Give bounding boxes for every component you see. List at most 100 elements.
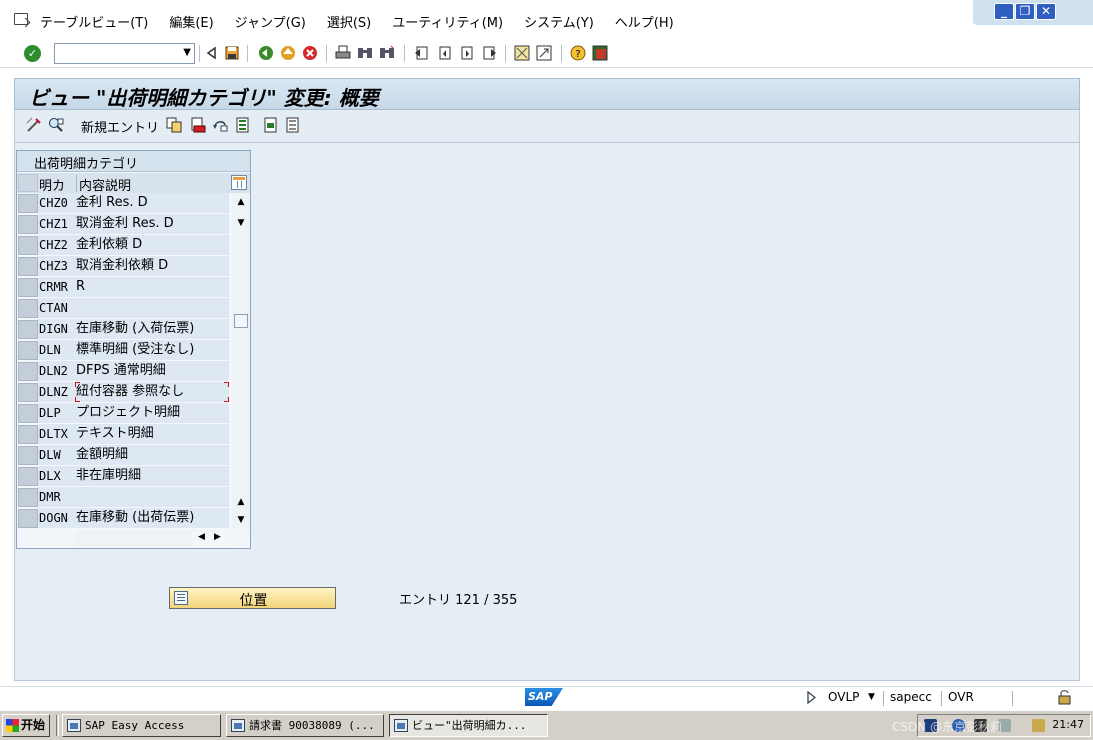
table-row: CHZ3 取消金利依頼 D: [17, 256, 233, 277]
task-label: ビュー"出荷明細カ...: [412, 719, 527, 732]
security-icon[interactable]: [1032, 719, 1045, 732]
row-description[interactable]: DFPS 通常明細: [75, 361, 229, 381]
lock-icon[interactable]: [1057, 689, 1072, 705]
row-description[interactable]: プロジェクト明細: [75, 403, 229, 423]
scroll-right-icon[interactable]: ▶: [214, 532, 221, 542]
row-description[interactable]: 取消金利依頼 D: [75, 256, 229, 276]
chevron-down-icon[interactable]: ▼: [183, 47, 191, 58]
menu-selection[interactable]: 選択(S): [327, 12, 371, 31]
row-code: CHZ2: [38, 235, 75, 255]
vertical-scrollbar[interactable]: ▲ ▼ ▲ ▼: [232, 193, 250, 529]
close-button[interactable]: ✕: [1036, 3, 1056, 20]
shortcut-icon[interactable]: [536, 45, 552, 61]
scroll-page-up-icon[interactable]: ▲: [235, 496, 247, 508]
back-triangle-icon[interactable]: [204, 45, 220, 61]
task-sap-easy-access[interactable]: SAP Easy Access: [62, 714, 221, 737]
row-description[interactable]: [75, 298, 229, 318]
row-selector[interactable]: [18, 446, 38, 465]
row-description[interactable]: 金利依頼 D: [75, 235, 229, 255]
new-entries-button[interactable]: 新規エントリ: [81, 117, 159, 136]
customize-layout-icon[interactable]: [592, 45, 608, 61]
scroll-up-icon[interactable]: ▲: [235, 196, 247, 208]
save-icon[interactable]: [224, 45, 240, 61]
row-code: DLP: [38, 403, 75, 423]
scroll-page-down-icon[interactable]: ▼: [235, 514, 247, 526]
row-selector[interactable]: [18, 362, 38, 381]
create-session-icon[interactable]: [514, 45, 530, 61]
menu-help[interactable]: ヘルプ(H): [615, 12, 674, 31]
row-description[interactable]: 取消金利 Res. D: [75, 214, 229, 234]
status-expand-icon[interactable]: [806, 691, 816, 704]
row-description[interactable]: 在庫移動 (入荷伝票): [75, 319, 229, 339]
status-divider: [941, 691, 942, 706]
row-selector[interactable]: [18, 425, 38, 444]
row-description[interactable]: 在庫移動 (出荷伝票): [75, 508, 229, 528]
deselect-all-icon[interactable]: [285, 117, 301, 133]
back-icon[interactable]: [258, 45, 274, 61]
exit-icon[interactable]: [280, 45, 296, 61]
row-selector[interactable]: [18, 278, 38, 297]
row-description[interactable]: 金利 Res. D: [75, 193, 229, 213]
select-block-icon[interactable]: [263, 117, 279, 133]
menu-system[interactable]: システム(Y): [524, 12, 594, 31]
undo-change-icon[interactable]: [212, 117, 228, 133]
restore-button[interactable]: ❐: [1015, 3, 1035, 20]
select-all-rows-button[interactable]: [18, 174, 38, 192]
enter-check-icon[interactable]: ✓: [24, 45, 41, 62]
help-icon[interactable]: ?: [570, 45, 586, 61]
row-selector[interactable]: [18, 488, 38, 507]
copy-as-icon[interactable]: [166, 117, 182, 133]
row-description[interactable]: 標準明細 (受注なし): [75, 340, 229, 360]
row-description[interactable]: 紐付容器 参照なし: [75, 382, 229, 402]
table-settings-icon[interactable]: [231, 175, 247, 190]
first-page-icon[interactable]: [414, 45, 430, 61]
row-selector[interactable]: [18, 383, 38, 402]
cancel-icon[interactable]: [302, 45, 318, 61]
task-view-active[interactable]: ビュー"出荷明細カ...: [389, 714, 548, 737]
title-bar: ビュー "出荷明細カテゴリ" 変更: 概要: [14, 78, 1080, 110]
select-all-icon[interactable]: [235, 117, 251, 133]
menu-goto[interactable]: ジャンプ(G): [235, 12, 306, 31]
row-description[interactable]: [75, 487, 229, 507]
column-header-code[interactable]: 明カ: [39, 175, 65, 194]
task-invoice[interactable]: 請求書 90038089 (...: [226, 714, 384, 737]
next-page-icon[interactable]: [459, 45, 475, 61]
row-selector[interactable]: [18, 509, 38, 528]
menu-table-view[interactable]: テーブルビュー(T): [40, 12, 148, 31]
row-selector[interactable]: [18, 320, 38, 339]
print-icon[interactable]: [335, 45, 351, 61]
start-button[interactable]: 开始: [2, 714, 50, 737]
previous-page-icon[interactable]: [437, 45, 453, 61]
command-field[interactable]: ▼: [54, 43, 195, 64]
other-view-icon[interactable]: [48, 117, 64, 133]
row-description[interactable]: テキスト明細: [75, 424, 229, 444]
row-selector[interactable]: [18, 299, 38, 318]
row-selector[interactable]: [18, 194, 38, 213]
display-change-icon[interactable]: [26, 117, 42, 133]
minimize-button[interactable]: _: [994, 3, 1014, 20]
find-icon[interactable]: [357, 45, 373, 61]
taskbar-grip: [56, 715, 59, 736]
row-description[interactable]: 非在庫明細: [75, 466, 229, 486]
row-selector[interactable]: [18, 257, 38, 276]
delete-icon[interactable]: [190, 117, 206, 133]
row-description[interactable]: 金額明細: [75, 445, 229, 465]
status-mode-dropdown-icon[interactable]: ▼: [868, 692, 875, 702]
scroll-left-icon[interactable]: ◀: [198, 532, 205, 542]
last-page-icon[interactable]: [481, 45, 497, 61]
menu-edit[interactable]: 編集(E): [169, 12, 213, 31]
scroll-down-icon[interactable]: ▼: [235, 217, 247, 229]
row-description[interactable]: R: [75, 277, 229, 297]
row-selector[interactable]: [18, 467, 38, 486]
column-header-description[interactable]: 内容説明: [76, 175, 131, 194]
find-next-icon[interactable]: [379, 45, 395, 61]
row-selector[interactable]: [18, 404, 38, 423]
row-selector[interactable]: [18, 215, 38, 234]
position-button[interactable]: 位置: [169, 587, 336, 609]
menu-icon[interactable]: [14, 13, 28, 25]
menu-utilities[interactable]: ユーティリティ(M): [392, 12, 503, 31]
scroll-thumb[interactable]: [234, 314, 248, 328]
row-selector[interactable]: [18, 341, 38, 360]
page-title: ビュー "出荷明細カテゴリ" 変更: 概要: [29, 86, 379, 110]
row-selector[interactable]: [18, 236, 38, 255]
